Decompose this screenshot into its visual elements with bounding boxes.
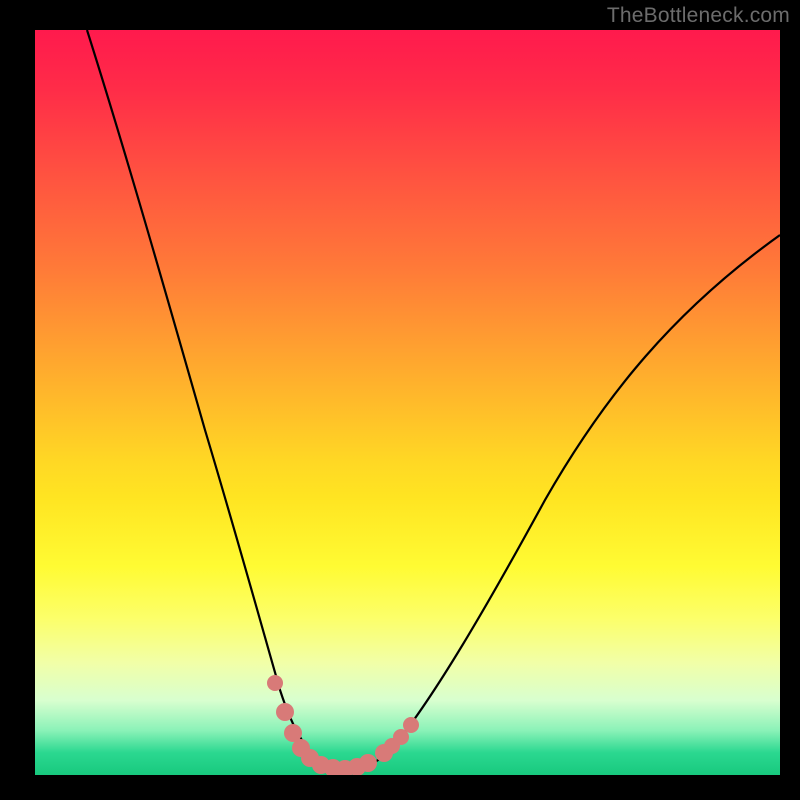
marker-group bbox=[267, 675, 419, 775]
watermark-text: TheBottleneck.com bbox=[607, 4, 790, 28]
chart-frame: TheBottleneck.com bbox=[0, 0, 800, 800]
bottleneck-curve-svg bbox=[35, 30, 780, 775]
curve-left bbox=[87, 30, 340, 770]
plot-area bbox=[35, 30, 780, 775]
curve-right bbox=[340, 235, 780, 770]
